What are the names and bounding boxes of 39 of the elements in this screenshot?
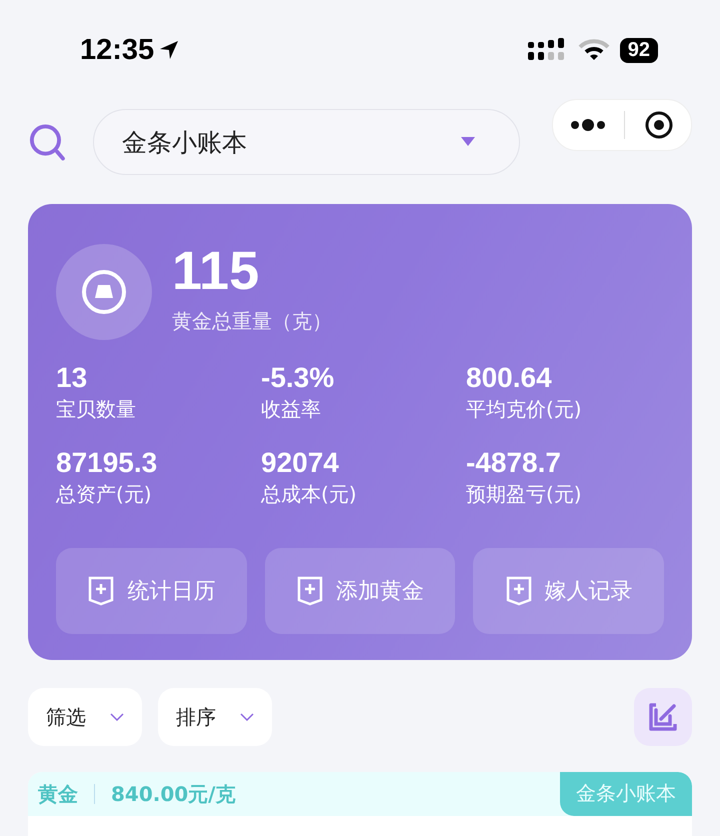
battery-level: 92 <box>620 38 658 62</box>
stat-label: 总资产(元) <box>56 481 153 508</box>
stat-label: 宝贝数量 <box>56 396 137 423</box>
stat-label: 平均克价(元) <box>466 396 583 423</box>
stat-value: 92074 <box>261 447 340 479</box>
add-tag-icon <box>87 576 116 606</box>
stat-value: -4878.7 <box>466 447 562 479</box>
stat-value: 13 <box>56 362 88 394</box>
action-button[interactable]: 添加黄金 <box>264 548 456 634</box>
book-tag: 金条小账本 <box>560 772 692 816</box>
clock-time: 12:35 <box>80 34 154 66</box>
edit-button[interactable] <box>634 688 692 746</box>
chevron-icon <box>240 713 254 721</box>
book-select[interactable]: 金条小账本 <box>92 109 520 175</box>
stat-label: 总成本(元) <box>261 481 358 508</box>
wifi-icon <box>578 38 610 62</box>
stat-value: 87195.3 <box>56 447 158 479</box>
item-card[interactable]: 黄金 840.00元/克 金条小账本 <box>28 772 692 836</box>
more-icon[interactable] <box>570 119 606 131</box>
item-price: 840.00元/克 <box>111 780 236 808</box>
stat-label: 收益率 <box>261 396 322 423</box>
filter-dropdown[interactable]: 筛选 <box>28 688 142 746</box>
add-tag-icon <box>296 576 324 606</box>
stat-value: 800.64 <box>466 362 553 394</box>
stat-label: 预期盈亏(元) <box>466 481 583 508</box>
stat-value: -5.3% <box>261 362 336 394</box>
action-button[interactable]: 嫁人记录 <box>473 548 664 634</box>
total-weight-label: 黄金总重量（克） <box>172 308 332 335</box>
caret-icon <box>460 137 475 147</box>
chevron-icon <box>110 713 124 721</box>
edit-icon <box>647 701 679 733</box>
total-weight: 115 <box>172 242 260 300</box>
filter-dropdown[interactable]: 排序 <box>158 688 272 746</box>
add-tag-icon <box>504 576 533 606</box>
action-button[interactable]: 统计日历 <box>56 548 247 634</box>
search-icon[interactable] <box>28 122 67 162</box>
item-type: 黄金 <box>38 780 78 808</box>
location-arrow-icon <box>158 39 180 61</box>
close-target-icon[interactable] <box>644 110 674 140</box>
